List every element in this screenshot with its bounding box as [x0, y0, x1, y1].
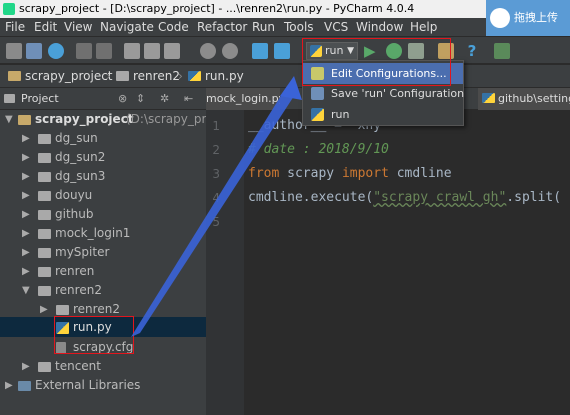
folder-icon: [38, 362, 51, 372]
folder-icon: [38, 172, 51, 182]
folder-icon: [38, 248, 51, 258]
line-number: 3: [212, 167, 220, 181]
run-configuration-item[interactable]: run: [303, 104, 463, 125]
code-editor[interactable]: __author__ = 'xhy' # date : 2018/9/10 fr…: [244, 110, 570, 415]
forward-icon[interactable]: [274, 43, 290, 59]
collapsed-arrow-icon: ▶: [22, 209, 30, 220]
tab-github-settings[interactable]: github\setting: [478, 88, 570, 110]
menu-navigate[interactable]: Navigate: [100, 18, 154, 36]
save-icon[interactable]: [26, 43, 42, 59]
folder-icon: [116, 71, 129, 81]
pycharm-icon: [3, 3, 15, 15]
upload-overlay-button[interactable]: 拖拽上传: [486, 0, 570, 36]
menu-window[interactable]: Window: [356, 18, 403, 36]
folder-icon: [38, 210, 51, 220]
python-file-icon: [188, 71, 201, 81]
menu-bar: File Edit View Navigate Code Refactor Ru…: [0, 18, 486, 36]
menu-vcs[interactable]: VCS: [324, 18, 348, 36]
folder-icon: [8, 71, 21, 81]
folder-icon: [38, 286, 51, 296]
collapsed-arrow-icon: ▶: [22, 247, 30, 258]
line-number: 2: [212, 143, 220, 157]
collapsed-arrow-icon: ▶: [40, 304, 48, 315]
sync-icon[interactable]: [48, 43, 64, 59]
upload-overlay-label: 拖拽上传: [514, 11, 558, 24]
folder-icon: [38, 153, 51, 163]
collapsed-arrow-icon: ▶: [22, 266, 30, 277]
collapsed-arrow-icon: ▶: [22, 361, 30, 372]
breadcrumb-file[interactable]: run.py: [188, 65, 244, 87]
gear-icon[interactable]: ✲: [160, 88, 169, 110]
collapsed-arrow-icon: ▶: [22, 152, 30, 163]
collapsed-arrow-icon: ▶: [22, 133, 30, 144]
line-number: 5: [212, 215, 220, 229]
library-icon: [18, 381, 31, 391]
line-number-gutter: 1 2 3 4 5: [206, 110, 244, 415]
python-icon: [311, 108, 324, 121]
menu-edit[interactable]: Edit: [34, 18, 57, 36]
code-line: cmdline.execute("scrapy crawl gh".split(: [248, 190, 562, 205]
hide-panel-icon[interactable]: ⇤: [184, 88, 193, 110]
save-icon: [311, 87, 324, 100]
menu-tools[interactable]: Tools: [284, 18, 314, 36]
cut-icon[interactable]: [124, 43, 140, 59]
copy-icon[interactable]: [144, 43, 160, 59]
project-tree: ▼ scrapy_project (D:\scrapy_proje ▶ dg_s…: [0, 110, 224, 415]
collapse-icon[interactable]: ⇕: [136, 88, 145, 110]
folder-icon: [38, 267, 51, 277]
menu-code[interactable]: Code: [158, 18, 189, 36]
save-configuration-item[interactable]: Save 'run' Configuration: [303, 83, 464, 104]
folder-icon: [38, 229, 51, 239]
breadcrumb-separator: ›: [178, 69, 183, 83]
project-icon: [4, 94, 15, 103]
package-icon: [56, 305, 69, 315]
project-panel-header[interactable]: Project: [4, 88, 59, 110]
tab-mock-login[interactable]: mock_login.py: [206, 88, 280, 110]
open-folder-icon[interactable]: [6, 43, 22, 59]
find-icon[interactable]: [200, 43, 216, 59]
title-bar: scrapy_project - [D:\scrapy_project] - .…: [0, 0, 570, 18]
back-icon[interactable]: [252, 43, 268, 59]
line-number: 1: [212, 119, 220, 133]
vcs-icon[interactable]: [494, 43, 510, 59]
breadcrumb-folder[interactable]: renren2: [116, 65, 180, 87]
menu-help[interactable]: Help: [410, 18, 437, 36]
collapsed-arrow-icon: ▶: [22, 228, 30, 239]
help-icon[interactable]: ?: [464, 43, 480, 59]
line-number: 4: [212, 191, 220, 205]
undo-icon[interactable]: [76, 43, 92, 59]
replace-icon[interactable]: [222, 43, 238, 59]
menu-refactor[interactable]: Refactor: [197, 18, 247, 36]
expanded-arrow-icon: ▼: [22, 285, 30, 296]
highlight-box-run-config: [302, 38, 451, 86]
collapsed-arrow-icon: ▶: [22, 190, 30, 201]
folder-icon: [18, 115, 31, 125]
window-title: scrapy_project - [D:\scrapy_project] - .…: [19, 2, 415, 15]
main-toolbar: run ▼ ▶ ?: [0, 36, 570, 64]
code-line: # date : 2018/9/10: [248, 142, 389, 157]
folder-icon: [38, 134, 51, 144]
code-line: from scrapy import cmdline: [248, 166, 452, 181]
menu-view[interactable]: View: [64, 18, 92, 36]
collapsed-arrow-icon: ▶: [5, 380, 13, 391]
redo-icon[interactable]: [96, 43, 112, 59]
paste-icon[interactable]: [164, 43, 180, 59]
highlight-box-files: [54, 316, 134, 354]
breadcrumb: scrapy_project › renren2 › run.py: [0, 65, 570, 87]
breadcrumb-project[interactable]: scrapy_project: [8, 65, 113, 87]
folder-icon: [38, 191, 51, 201]
python-file-icon: [482, 93, 495, 103]
collapsed-arrow-icon: ▶: [22, 171, 30, 182]
cloud-icon: [490, 8, 510, 28]
breadcrumb-separator: ›: [106, 69, 111, 83]
menu-file[interactable]: File: [5, 18, 25, 36]
expanded-arrow-icon: ▼: [5, 114, 13, 125]
tool-window-header: Project ⊗ ⇕ ✲ ⇤ mock_login.py github\set…: [0, 88, 570, 110]
menu-run[interactable]: Run: [252, 18, 275, 36]
target-icon[interactable]: ⊗: [118, 88, 127, 110]
